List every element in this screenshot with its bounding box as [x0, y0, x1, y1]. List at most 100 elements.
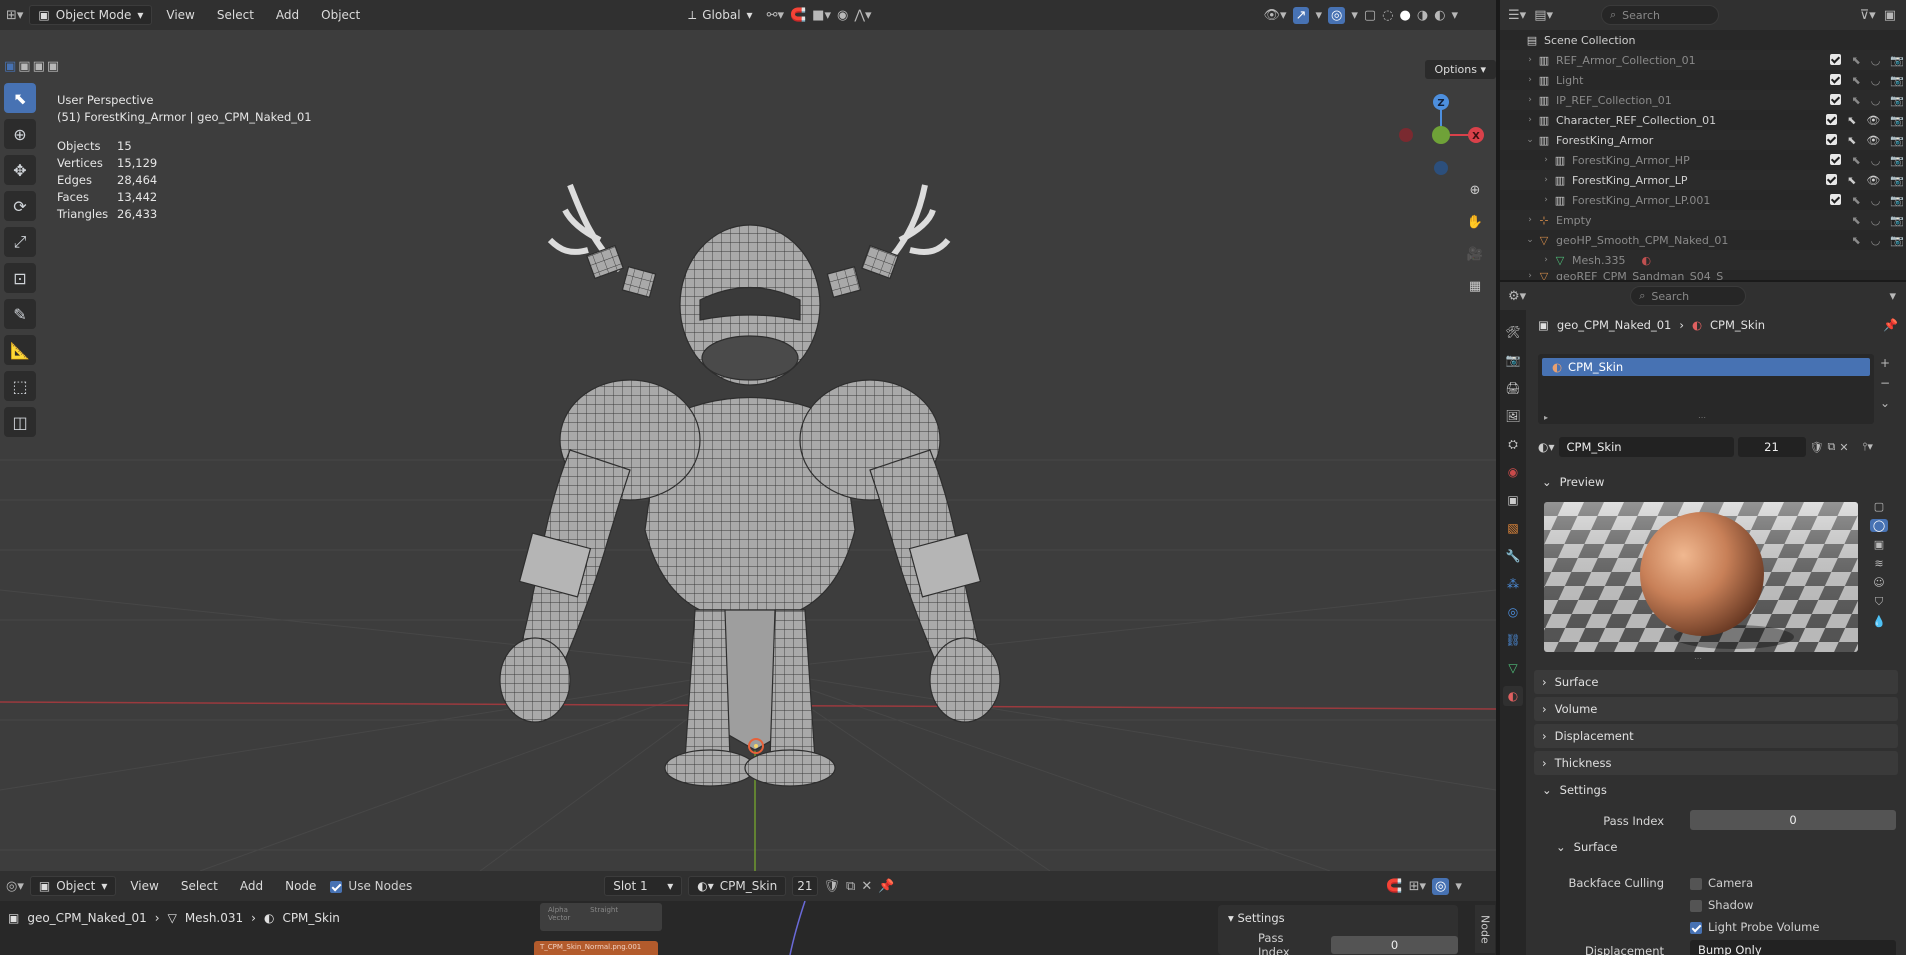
proportional-edit-icon[interactable]: ◉ — [837, 9, 848, 22]
panel-displacement[interactable]: › Displacement — [1534, 724, 1898, 748]
outliner-row[interactable]: › ▥ Character_REF_Collection_01 ⬉ 👁 📷 — [1500, 110, 1906, 130]
select-arrow-icon[interactable]: ⬉ — [1847, 174, 1856, 187]
camera-icon[interactable]: 📷 — [1890, 54, 1904, 67]
tab-tool[interactable]: 🛠 — [1503, 322, 1523, 342]
select-subtract-icon[interactable]: ▣ — [33, 60, 45, 73]
camera-icon[interactable]: 📷 — [1890, 174, 1904, 187]
camera-icon[interactable]: 📷 — [1890, 214, 1904, 227]
sphere-preview-icon[interactable]: ◯ — [1869, 519, 1889, 532]
tab-scene[interactable]: ⛭ — [1503, 434, 1523, 454]
extra-tool[interactable]: ◫ — [4, 407, 36, 437]
plane-preview-icon[interactable]: ▢ — [1874, 500, 1884, 513]
select-arrow-icon[interactable]: ⬉ — [1851, 194, 1860, 207]
eye-icon[interactable]: ◡ — [1871, 194, 1881, 207]
material-browse-icon[interactable]: ◐▾ — [1538, 440, 1555, 454]
exclude-checkbox[interactable] — [1830, 193, 1842, 205]
outliner-row[interactable]: › ⊹ Empty ⬉ ◡ 📷 — [1500, 210, 1906, 230]
tab-render[interactable]: 📷 — [1503, 350, 1523, 370]
outliner-row[interactable]: › ▥ ForestKing_Armor_LP ⬉ 👁 📷 — [1500, 170, 1906, 190]
slot-dropdown[interactable]: Slot 1 ▾ — [604, 876, 683, 896]
chevron-down-icon[interactable]: ⌄ — [1880, 396, 1890, 410]
move-tool[interactable]: ✥ — [4, 155, 36, 185]
tab-collection[interactable]: ▣ — [1503, 490, 1523, 510]
unlink-icon[interactable]: ✕ — [1839, 441, 1848, 454]
node-tree-icon[interactable]: ⫯▾ — [1863, 440, 1873, 454]
fluid-preview-icon[interactable]: 💧 — [1872, 615, 1886, 628]
camera-icon[interactable]: 📷 — [1890, 114, 1904, 127]
material-shading-icon[interactable]: ◑ — [1417, 9, 1428, 22]
camera-icon[interactable]: 📷 — [1890, 234, 1904, 247]
scale-tool[interactable]: ⤢ — [4, 227, 36, 257]
panel-volume[interactable]: › Volume — [1534, 697, 1898, 721]
snap-target-icon[interactable]: ■▾ — [812, 9, 831, 22]
material-selector[interactable]: ◐▾ CPM_Skin — [688, 876, 787, 896]
select-arrow-icon[interactable]: ⬉ — [1851, 234, 1860, 247]
annotate-tool[interactable]: ✎ — [4, 299, 36, 329]
shadow-checkbox[interactable]: Shadow — [1690, 898, 1753, 912]
editor-type-icon[interactable]: ◎▾ — [6, 880, 24, 893]
eye-icon[interactable]: ◡ — [1871, 54, 1881, 67]
chevron-down-icon[interactable]: ▾ — [1455, 880, 1462, 893]
snap-icon[interactable]: 🧲 — [1386, 880, 1402, 893]
tab-particles[interactable]: ⁂ — [1503, 574, 1523, 594]
select-arrow-icon[interactable]: ⬉ — [1851, 94, 1860, 107]
tab-output[interactable]: 🖨 — [1503, 378, 1523, 398]
area-divider[interactable] — [1496, 0, 1500, 955]
pin-icon[interactable]: 📌 — [878, 880, 894, 893]
hair-preview-icon[interactable]: ≋ — [1874, 557, 1883, 570]
outliner-search[interactable]: ⌕ Search — [1601, 5, 1719, 25]
texture-node-header[interactable]: T_CPM_Skin_Normal.png.001 — [534, 941, 658, 955]
expand-arrow-icon[interactable]: › — [1540, 155, 1552, 165]
eye-icon[interactable]: ◡ — [1871, 154, 1881, 167]
editor-type-icon[interactable]: ⊞▾ — [6, 9, 23, 22]
eye-icon[interactable]: ◡ — [1871, 94, 1881, 107]
display-mode-icon[interactable]: ▤▾ — [1534, 9, 1553, 22]
light-probe-checkbox[interactable]: Light Probe Volume — [1690, 920, 1819, 934]
image-node-partial[interactable]: Alpha Straight Vector — [540, 903, 662, 931]
select-extend-icon[interactable]: ▣ — [18, 60, 30, 73]
panel-thickness[interactable]: › Thickness — [1534, 751, 1898, 775]
resize-handle-icon[interactable]: ⋯ — [1694, 654, 1702, 663]
select-new-icon[interactable]: ▣ — [4, 60, 16, 73]
new-collection-icon[interactable]: ▣ — [1884, 9, 1896, 22]
tab-physics[interactable]: ◎ — [1503, 602, 1523, 622]
orientation-dropdown[interactable]: ⟂ Global ▾ — [680, 6, 760, 25]
exclude-checkbox[interactable] — [1830, 153, 1842, 165]
expand-arrow-icon[interactable]: › — [1524, 95, 1536, 105]
filter-icon[interactable]: ⊽▾ — [1860, 9, 1876, 22]
add-cube-tool[interactable]: ⬚ — [4, 371, 36, 401]
menu-view[interactable]: View — [122, 876, 166, 896]
overlay-toggle-icon[interactable]: ◎ — [1328, 6, 1346, 24]
visibility-icon[interactable]: 👁▾ — [1264, 9, 1287, 22]
select-box-tool[interactable]: ⬉ — [4, 83, 36, 113]
exclude-checkbox[interactable] — [1826, 113, 1838, 125]
tab-modifiers[interactable]: 🔧 — [1503, 546, 1523, 566]
camera-icon[interactable]: 📷 — [1890, 134, 1904, 147]
pin-icon[interactable]: 📌 — [1883, 318, 1898, 332]
chevron-down-icon[interactable]: ▾ — [1315, 9, 1322, 22]
select-arrow-icon[interactable]: ⬉ — [1851, 54, 1860, 67]
editor-type-icon[interactable]: ☰▾ — [1508, 9, 1526, 22]
eye-icon[interactable]: ◡ — [1871, 234, 1881, 247]
menu-select[interactable]: Select — [209, 5, 262, 25]
select-arrow-icon[interactable]: ⬉ — [1851, 154, 1860, 167]
outliner-row[interactable]: › ▥ ForestKing_Armor_HP ⬉ ◡ 📷 — [1500, 150, 1906, 170]
pass-index-field[interactable]: 0 — [1331, 936, 1458, 954]
menu-add[interactable]: Add — [232, 876, 271, 896]
tab-constraints[interactable]: ⛓ — [1503, 630, 1523, 650]
cube-preview-icon[interactable]: ▣ — [1874, 538, 1884, 551]
exclude-checkbox[interactable] — [1830, 53, 1842, 65]
material-slot-row[interactable]: ◐ CPM_Skin — [1542, 358, 1870, 376]
outliner-row[interactable]: › ▽ Mesh.335 ◐ — [1500, 250, 1906, 270]
snap-element-icon[interactable]: ⊞▾ — [1409, 880, 1426, 893]
collapse-arrow-icon[interactable]: ⌄ — [1524, 135, 1536, 145]
rotate-tool[interactable]: ⟳ — [4, 191, 36, 221]
surface-subpanel-header[interactable]: ⌄ Surface — [1556, 840, 1617, 854]
eye-icon[interactable]: ◡ — [1871, 74, 1881, 87]
camera-icon[interactable]: 📷 — [1890, 194, 1904, 207]
gizmo-toggle-icon[interactable]: ↗ — [1292, 6, 1310, 24]
remove-slot-icon[interactable]: − — [1880, 376, 1890, 390]
material-name-field[interactable]: CPM_Skin — [1558, 437, 1734, 457]
exclude-checkbox[interactable] — [1830, 93, 1842, 105]
select-intersect-icon[interactable]: ▣ — [47, 60, 59, 73]
